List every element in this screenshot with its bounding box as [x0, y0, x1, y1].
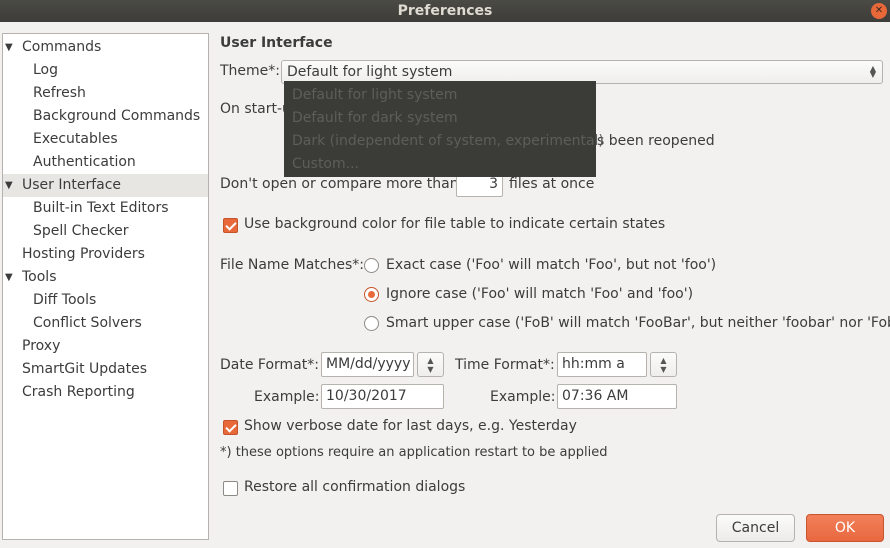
theme-option-custom[interactable]: Custom... — [292, 156, 359, 172]
title-bar: Preferences ✕ — [0, 0, 890, 22]
radio-ignore-case[interactable] — [364, 287, 379, 302]
tree-item-built-in-text-editors[interactable]: Built-in Text Editors — [3, 197, 208, 220]
date-format-label: Date Format*: — [220, 357, 319, 373]
tree-item-smartgit-updates[interactable]: SmartGit Updates — [3, 358, 208, 381]
time-example-field: 07:36 AM — [557, 384, 677, 409]
max-files-label: Don't open or compare more than: — [220, 176, 464, 192]
tree-item-tools[interactable]: ▼ Tools — [3, 266, 208, 289]
bg-color-checkbox-label: Use background color for file table to i… — [244, 216, 666, 232]
tree-item-label: Conflict Solvers — [33, 315, 142, 331]
tree-item-label: Executables — [33, 131, 118, 147]
preferences-tree: ▼ Commands Log Refresh Background Comman… — [2, 33, 209, 540]
tree-item-label: User Interface — [22, 177, 122, 193]
time-format-spinner[interactable]: ▲ ▼ — [650, 352, 677, 377]
startup-option-text: s been reopened — [597, 133, 715, 149]
expand-arrow-icon[interactable]: ▼ — [5, 36, 13, 59]
tree-item-executables[interactable]: Executables — [3, 128, 208, 151]
expand-arrow-icon[interactable]: ▼ — [5, 266, 13, 289]
restore-dialogs-checkbox[interactable] — [223, 481, 238, 496]
expand-arrow-icon[interactable]: ▼ — [5, 174, 13, 197]
theme-label: Theme*: — [220, 63, 281, 79]
select-arrows-icon: ▲ ▼ — [869, 64, 876, 79]
date-format-spinner[interactable]: ▲ ▼ — [417, 352, 444, 377]
radio-smart-upper-case-label: Smart upper case ('FoB' will match 'FooB… — [386, 315, 890, 331]
tree-item-commands[interactable]: ▼ Commands — [3, 36, 208, 59]
radio-smart-upper-case[interactable] — [364, 316, 379, 331]
tree-item-crash-reporting[interactable]: Crash Reporting — [3, 381, 208, 404]
tree-item-spell-checker[interactable]: Spell Checker — [3, 220, 208, 243]
tree-item-label: SmartGit Updates — [22, 361, 148, 377]
tree-item-label: Tools — [22, 269, 57, 285]
theme-selected-value: Default for light system — [287, 64, 453, 80]
theme-dropdown-list: Default for light system Default for dar… — [284, 81, 604, 177]
radio-exact-case[interactable] — [364, 258, 379, 273]
tree-item-background-commands[interactable]: Background Commands — [3, 105, 208, 128]
ok-button[interactable]: OK — [806, 514, 884, 542]
date-example-label: Example: — [254, 389, 320, 405]
max-files-suffix: files at once — [509, 176, 595, 192]
tree-item-proxy[interactable]: Proxy — [3, 335, 208, 358]
radio-ignore-case-label: Ignore case ('Foo' will match 'Foo' and … — [386, 286, 694, 302]
tree-item-diff-tools[interactable]: Diff Tools — [3, 289, 208, 312]
startup-label: On start-u — [220, 101, 291, 117]
verbose-date-checkbox[interactable] — [223, 420, 238, 435]
tree-item-label: Crash Reporting — [22, 384, 135, 400]
file-name-matches-label: File Name Matches*: — [220, 257, 364, 273]
section-title: User Interface — [220, 35, 333, 51]
theme-option-dark-experimental[interactable]: Dark (independent of system, experimenta… — [292, 133, 604, 149]
verbose-date-checkbox-label: Show verbose date for last days, e.g. Ye… — [244, 418, 577, 434]
tree-item-label: Log — [33, 62, 59, 78]
tree-item-label: Hosting Providers — [22, 246, 145, 262]
restart-note: *) these options require an application … — [220, 445, 608, 460]
theme-option-dark[interactable]: Default for dark system — [292, 110, 458, 126]
tree-item-label: Proxy — [22, 338, 61, 354]
radio-exact-case-label: Exact case ('Foo' will match 'Foo', but … — [386, 257, 717, 273]
bg-color-checkbox[interactable] — [223, 218, 238, 233]
window-title: Preferences — [397, 3, 493, 19]
date-example-field: 10/30/2017 — [321, 384, 444, 409]
cancel-button[interactable]: Cancel — [716, 514, 795, 542]
time-format-label: Time Format*: — [455, 357, 555, 373]
tree-item-authentication[interactable]: Authentication — [3, 151, 208, 174]
tree-item-hosting-providers[interactable]: Hosting Providers — [3, 243, 208, 266]
date-format-input[interactable]: MM/dd/yyyy — [321, 352, 414, 377]
tree-item-log[interactable]: Log — [3, 59, 208, 82]
restore-dialogs-checkbox-label: Restore all confirmation dialogs — [244, 479, 466, 495]
tree-item-conflict-solvers[interactable]: Conflict Solvers — [3, 312, 208, 335]
tree-item-label: Refresh — [33, 85, 86, 101]
tree-item-label: Commands — [22, 39, 102, 55]
tree-item-refresh[interactable]: Refresh — [3, 82, 208, 105]
time-example-label: Example: — [490, 389, 556, 405]
theme-option-light[interactable]: Default for light system — [292, 87, 457, 103]
tree-item-label: Spell Checker — [33, 223, 129, 239]
tree-item-label: Background Commands — [33, 108, 201, 124]
tree-item-user-interface[interactable]: ▼ User Interface — [3, 174, 208, 197]
time-format-input[interactable]: hh:mm a — [557, 352, 647, 377]
tree-item-label: Authentication — [33, 154, 136, 170]
close-icon[interactable]: ✕ — [871, 3, 887, 19]
tree-item-label: Diff Tools — [33, 292, 97, 308]
tree-item-label: Built-in Text Editors — [33, 200, 169, 216]
